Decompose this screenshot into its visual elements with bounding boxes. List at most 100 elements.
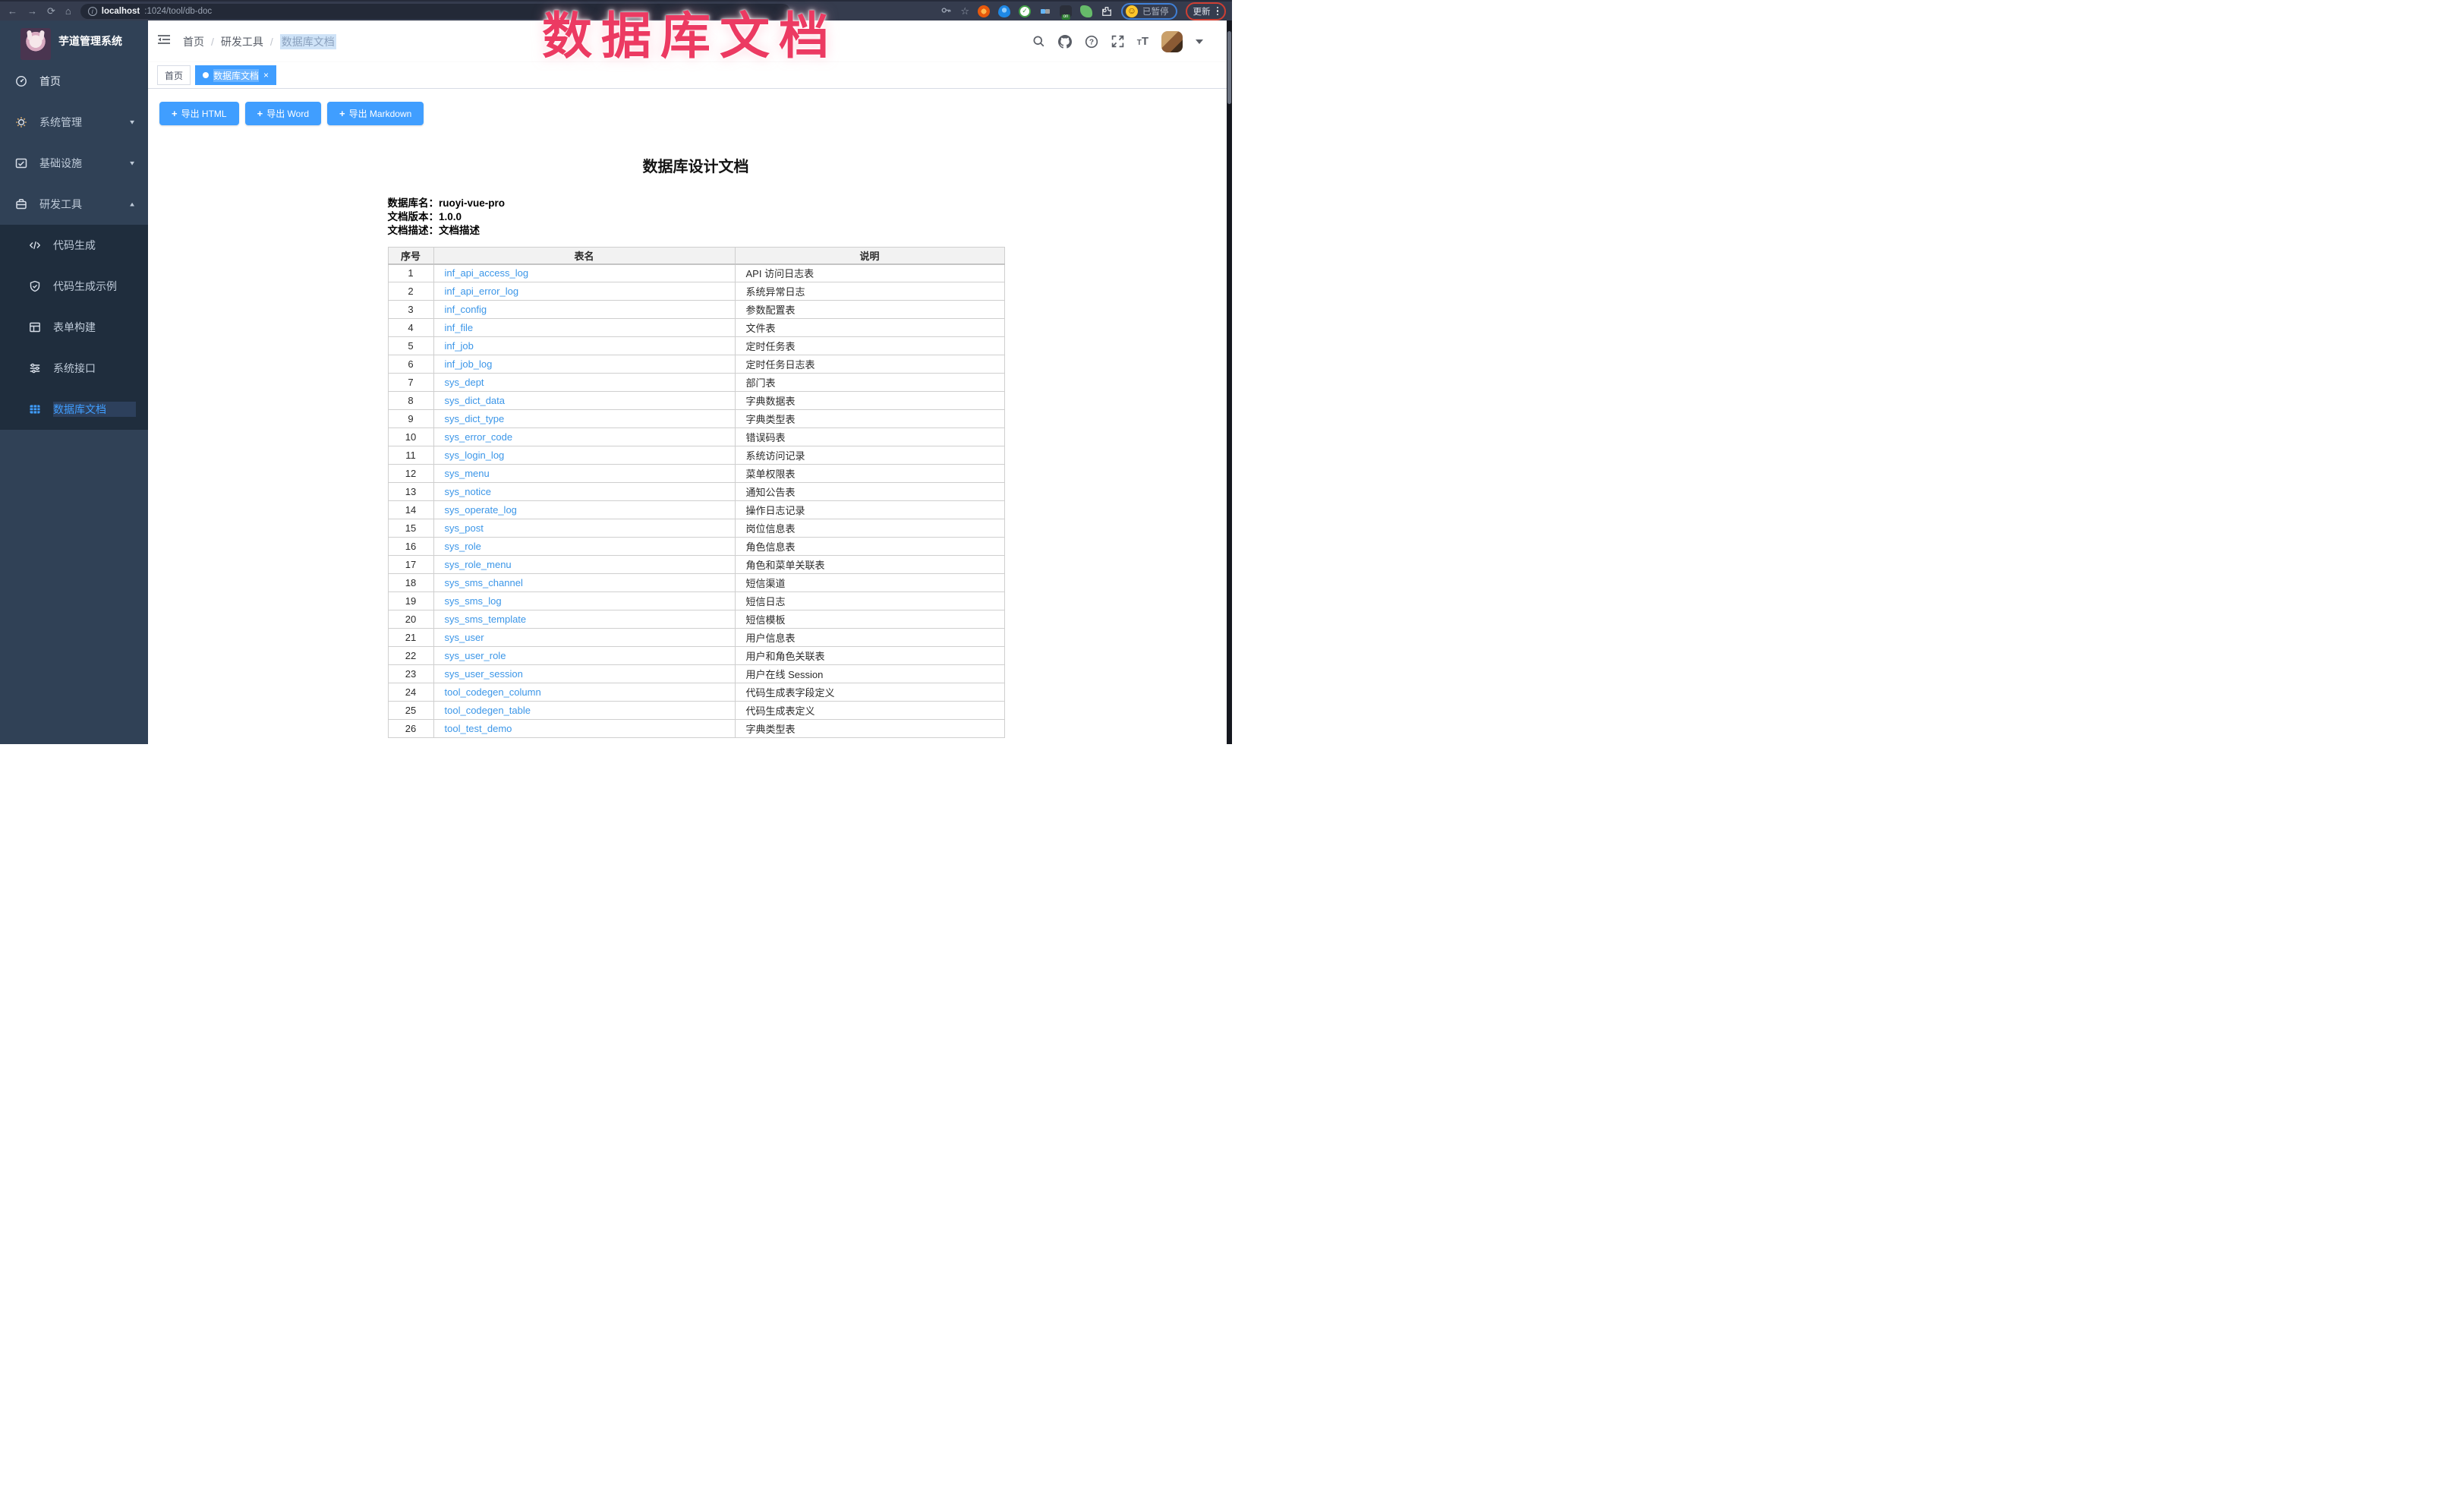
dashboard-icon — [15, 75, 27, 87]
table-row: 10 sys_error_code 错误码表 — [388, 428, 1004, 446]
export-toolbar: + 导出 HTML + 导出 Word + 导出 Markdown — [159, 102, 1232, 125]
export-html-button[interactable]: + 导出 HTML — [159, 102, 239, 125]
extension-green-check-icon[interactable]: ✓ — [1019, 5, 1031, 17]
table-name-link[interactable]: sys_dept — [445, 377, 484, 388]
table-row: 8 sys_dict_data 字典数据表 — [388, 392, 1004, 410]
update-label: 更新 — [1193, 5, 1211, 17]
table-name-link[interactable]: tool_codegen_table — [445, 705, 531, 716]
table-grid-icon — [29, 403, 41, 415]
sidebar-logo[interactable]: 芋道管理系统 — [0, 21, 148, 61]
sidebar-item-system-api[interactable]: 系统接口 — [0, 348, 148, 389]
export-markdown-button[interactable]: + 导出 Markdown — [327, 102, 424, 125]
table-name-link[interactable]: tool_codegen_column — [445, 686, 541, 698]
user-avatar[interactable] — [1161, 31, 1183, 52]
table-name-link[interactable]: tool_test_demo — [445, 723, 512, 734]
breadcrumb-home[interactable]: 首页 — [183, 34, 204, 49]
back-icon[interactable]: ← — [8, 6, 17, 16]
sidebar-item-database-doc[interactable]: 数据库文档 — [0, 389, 148, 430]
tables-index-table: 序号 表名 说明 1 inf_api_access_log API 访问日志表 … — [388, 247, 1005, 738]
tab-home[interactable]: 首页 — [157, 65, 191, 85]
breadcrumb-current: 数据库文档 — [280, 34, 336, 49]
url-path: :1024/tool/db-doc — [144, 7, 212, 16]
sidebar-item-form-builder[interactable]: 表单构建 — [0, 307, 148, 348]
sidebar-item-label: 表单构建 — [53, 320, 136, 335]
tab-database-doc[interactable]: 数据库文档 × — [195, 65, 276, 85]
table-name-link[interactable]: inf_job — [445, 340, 474, 352]
table-row: 12 sys_menu 菜单权限表 — [388, 465, 1004, 483]
table-row: 15 sys_post 岗位信息表 — [388, 519, 1004, 538]
extension-blue-grid-icon[interactable] — [1039, 5, 1051, 17]
app-logo-rabbit-image — [20, 28, 51, 60]
sidebar-item-dev-tools[interactable]: 研发工具 ▲ — [0, 184, 148, 225]
col-header-description: 说明 — [735, 248, 1004, 264]
browser-menu-icon[interactable] — [1217, 7, 1219, 16]
extension-green-leaf-icon[interactable] — [1080, 5, 1092, 17]
font-size-icon[interactable]: TT — [1137, 35, 1149, 48]
extension-blue-pin-icon[interactable] — [998, 5, 1010, 17]
table-name-link[interactable]: sys_error_code — [445, 431, 513, 443]
extensions-puzzle-icon[interactable] — [1101, 5, 1113, 17]
table-name-link[interactable]: sys_notice — [445, 486, 491, 497]
table-name-link[interactable]: sys_user_role — [445, 650, 506, 661]
active-tab-dot-icon — [203, 72, 209, 78]
home-icon[interactable]: ⌂ — [65, 6, 71, 16]
toolbox-icon — [15, 198, 27, 210]
table-name-link[interactable]: sys_user — [445, 632, 484, 643]
doc-title: 数据库设计文档 — [388, 154, 1004, 176]
table-row: 23 sys_user_session 用户在线 Session — [388, 665, 1004, 683]
fullscreen-icon[interactable] — [1111, 35, 1124, 48]
table-name-link[interactable]: sys_sms_log — [445, 595, 502, 607]
sidebar-item-infrastructure[interactable]: 基础设施 ▼ — [0, 143, 148, 184]
profile-emoji-icon: ☺ — [1126, 5, 1138, 17]
search-icon[interactable] — [1032, 35, 1045, 48]
reload-icon[interactable]: ⟳ — [47, 6, 55, 16]
github-icon[interactable] — [1058, 35, 1072, 49]
sidebar-item-code-generation[interactable]: 代码生成 — [0, 225, 148, 266]
meta-doc-version: 文档版本：1.0.0 — [388, 210, 1004, 224]
address-bar[interactable]: i localhost :1024/tool/db-doc — [80, 4, 790, 19]
table-name-link[interactable]: inf_file — [445, 322, 474, 333]
sidebar-item-label: 研发工具 — [39, 197, 116, 212]
tags-view-bar: 首页 数据库文档 × — [148, 62, 1232, 89]
browser-toolbar-right: ☆ ✓ on ☺ 已暂停 更新 — [941, 2, 1226, 21]
extension-on-badge-icon[interactable]: on — [1060, 5, 1072, 17]
browser-profile-chip[interactable]: ☺ 已暂停 — [1121, 3, 1177, 20]
user-menu-caret-icon[interactable] — [1196, 39, 1203, 44]
extension-orange-icon[interactable] — [978, 5, 990, 17]
table-name-link[interactable]: sys_operate_log — [445, 504, 517, 516]
key-icon[interactable] — [941, 5, 952, 17]
table-name-link[interactable]: sys_role — [445, 541, 481, 552]
table-name-link[interactable]: sys_login_log — [445, 450, 505, 461]
table-name-link[interactable]: sys_user_session — [445, 668, 523, 680]
site-info-icon[interactable]: i — [88, 7, 97, 16]
sidebar-collapse-icon[interactable] — [157, 33, 171, 49]
breadcrumb-dev-tools[interactable]: 研发工具 — [221, 34, 263, 49]
url-host: localhost — [102, 7, 140, 16]
table-name-link[interactable]: inf_config — [445, 304, 487, 315]
sidebar: 芋道管理系统 首页 系统管理 ▼ 基础设施 ▼ — [0, 21, 148, 744]
forward-icon[interactable]: → — [27, 6, 37, 16]
table-name-link[interactable]: inf_job_log — [445, 358, 493, 370]
table-name-link[interactable]: sys_sms_template — [445, 614, 527, 625]
sidebar-item-label: 代码生成示例 — [53, 279, 136, 294]
table-name-link[interactable]: inf_api_error_log — [445, 285, 519, 297]
sidebar-item-system-management[interactable]: 系统管理 ▼ — [0, 102, 148, 143]
help-icon[interactable]: ? — [1085, 35, 1098, 49]
table-name-link[interactable]: sys_dict_data — [445, 395, 506, 406]
browser-update-button[interactable]: 更新 — [1186, 2, 1227, 21]
table-name-link[interactable]: inf_api_access_log — [445, 267, 529, 279]
table-row: 25 tool_codegen_table 代码生成表定义 — [388, 702, 1004, 720]
table-row: 3 inf_config 参数配置表 — [388, 301, 1004, 319]
bookmark-star-icon[interactable]: ☆ — [960, 6, 969, 16]
table-name-link[interactable]: sys_menu — [445, 468, 490, 479]
table-name-link[interactable]: sys_post — [445, 522, 484, 534]
scrollbar-thumb[interactable] — [1227, 31, 1231, 104]
table-name-link[interactable]: sys_sms_channel — [445, 577, 523, 588]
close-tab-icon[interactable]: × — [263, 71, 269, 80]
page-scrollbar[interactable] — [1227, 21, 1232, 744]
export-word-button[interactable]: + 导出 Word — [245, 102, 321, 125]
sidebar-item-home[interactable]: 首页 — [0, 61, 148, 102]
table-name-link[interactable]: sys_role_menu — [445, 559, 512, 570]
table-name-link[interactable]: sys_dict_type — [445, 413, 505, 424]
sidebar-item-code-generation-example[interactable]: 代码生成示例 — [0, 266, 148, 307]
